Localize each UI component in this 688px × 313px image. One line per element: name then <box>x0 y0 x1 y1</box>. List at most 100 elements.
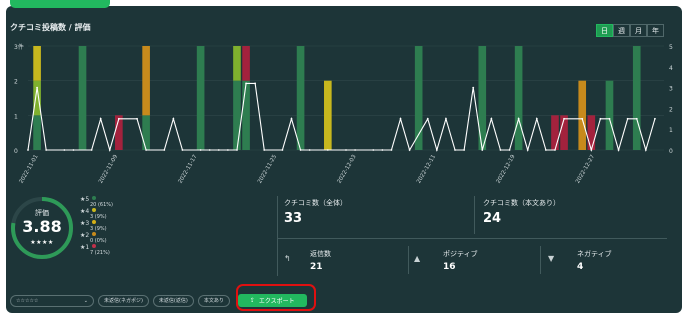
distribution-row: ★4 3 (9%) <box>80 208 107 220</box>
distribution-star-label: ★1 <box>80 244 90 251</box>
left-tick-label: 1 <box>14 113 18 120</box>
stat-positive-value: 16 <box>443 262 456 272</box>
divider <box>277 238 667 239</box>
rating-point <box>626 117 629 120</box>
distribution-color-dot <box>92 196 96 200</box>
stat-text-label: クチコミ数（本文あり） <box>483 199 560 207</box>
bar-segment <box>33 80 41 116</box>
x-tick-label: 2022-12-11 <box>416 154 437 185</box>
rating-point <box>654 117 656 120</box>
right-tick-label: 1 <box>669 127 673 134</box>
rating-point <box>408 149 411 151</box>
left-tick-label: 0 <box>14 148 18 155</box>
rating-point <box>617 149 620 151</box>
x-tick-label: 2022-11-25 <box>257 154 278 185</box>
rating-point <box>245 82 247 85</box>
bar-segment <box>233 46 241 81</box>
rating-point <box>63 149 66 151</box>
rating-point <box>535 117 538 120</box>
star-filter-value: ☆☆☆☆☆ <box>16 297 39 304</box>
rating-point <box>208 149 211 151</box>
left-tick-label: 2 <box>14 79 18 86</box>
distribution-star-label: ★5 <box>80 196 90 203</box>
rating-point <box>463 149 466 151</box>
reply-icon: ↰ <box>284 254 291 263</box>
rating-point <box>590 149 593 151</box>
divider <box>474 196 475 234</box>
x-tick-label: 2022-11-01 <box>18 154 39 185</box>
bar-segment <box>514 46 523 150</box>
bar-segment <box>324 80 332 150</box>
distribution-color-dot <box>92 208 96 212</box>
stat-negative: ネガティブ 4 <box>577 249 612 272</box>
bar-segment <box>587 115 596 150</box>
rating-point <box>163 149 166 151</box>
rating-point <box>381 149 384 151</box>
rating-point <box>499 149 502 151</box>
distribution-star-label: ★2 <box>80 232 90 239</box>
rating-point <box>563 117 565 120</box>
rating-point <box>508 149 511 151</box>
review-chart: 3件2105432102022-11-01 2022-11-09 2022-11-1… <box>14 43 673 185</box>
star-filter-select[interactable]: ☆☆☆☆☆ ⌄ <box>10 294 94 307</box>
stat-total: クチコミ数（全体） 33 <box>284 198 347 226</box>
stat-replies: 返信数 21 <box>310 249 331 272</box>
chevron-down-icon: ⌄ <box>83 297 88 304</box>
rating-point <box>517 117 520 120</box>
left-tick-label: 3件 <box>14 43 24 51</box>
right-tick-label: 3 <box>669 86 673 93</box>
rating-point <box>390 149 393 151</box>
bar-segment <box>78 46 87 150</box>
rating-point <box>435 149 438 151</box>
highlight-circle <box>236 284 316 311</box>
rating-point <box>526 149 529 151</box>
rating-point <box>172 117 175 120</box>
rating-point <box>599 117 602 120</box>
rating-point <box>27 149 29 151</box>
bar-segment <box>296 46 305 150</box>
unreplied-text-filter[interactable]: 未返信(返信) <box>152 294 194 307</box>
distribution-star-label: ★4 <box>80 208 90 215</box>
rating-point <box>36 86 38 89</box>
distribution-star-label: ★3 <box>80 220 90 227</box>
stat-positive-label: ポジティブ <box>443 250 478 258</box>
x-tick-label: 2022-12-27 <box>575 154 596 185</box>
distribution-row: ★5 20 (61%) <box>80 196 113 208</box>
x-tick-label: 2022-11-09 <box>98 154 119 185</box>
rating-point <box>72 149 75 151</box>
rating-point <box>326 149 329 151</box>
right-tick-label: 2 <box>669 106 673 113</box>
rating-point <box>635 117 638 120</box>
unreplied-negative-filter[interactable]: 未返信(ネガポジ) <box>98 294 149 307</box>
right-tick-label: 0 <box>669 148 673 155</box>
with-text-filter[interactable]: 本文あり <box>197 294 230 307</box>
bar-segment <box>632 46 641 150</box>
rating-point <box>644 149 647 151</box>
rating-value: 3.88 <box>22 217 62 236</box>
distribution-row: ★1 7 (21%) <box>80 244 110 256</box>
bar-segment <box>242 80 250 150</box>
rating-point <box>181 149 184 151</box>
stat-replies-value: 21 <box>310 262 323 272</box>
rating-point <box>145 149 148 151</box>
rating-point <box>372 149 375 151</box>
bar-segment <box>551 115 559 150</box>
bar-segment <box>605 80 614 150</box>
rating-point <box>426 117 429 120</box>
distribution-row: ★2 0 (0%) <box>80 232 107 244</box>
rating-point <box>290 117 293 120</box>
rating-point <box>99 117 102 120</box>
rating-point <box>117 117 120 120</box>
thumbs-down-icon: ▼ <box>548 254 555 263</box>
stat-negative-label: ネガティブ <box>577 250 612 258</box>
bar-segment <box>142 46 150 116</box>
distribution-row: ★3 3 (9%) <box>80 220 107 232</box>
rating-point <box>554 149 556 151</box>
rating-point <box>199 149 202 151</box>
rating-stars: ★★★★ <box>30 239 54 246</box>
distribution-values: 3 (9%) <box>90 208 107 220</box>
rating-point <box>254 82 257 85</box>
distribution-values: 20 (61%) <box>90 196 113 208</box>
x-tick-label: 2022-12-19 <box>495 154 516 185</box>
distribution-color-dot <box>92 232 96 236</box>
